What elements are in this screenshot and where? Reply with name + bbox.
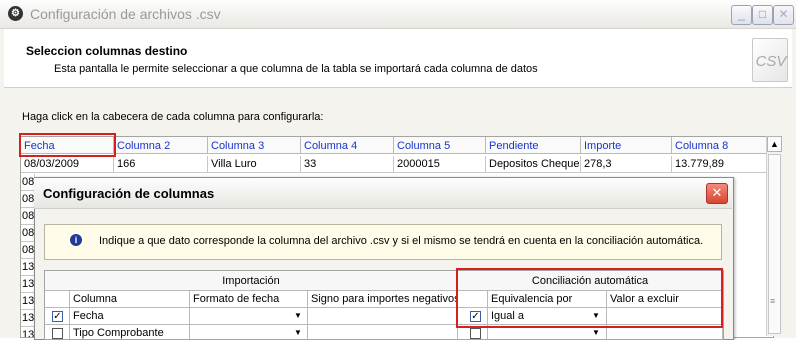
grid-header-row: Fecha Columna 2 Columna 3 Columna 4 Colu… (21, 137, 772, 155)
scroll-thumb[interactable] (768, 154, 781, 334)
row-checkbox-cell: ✓ (45, 308, 70, 325)
table-cell[interactable]: 2000015 (394, 156, 486, 173)
row-include-checkbox[interactable] (52, 328, 63, 339)
window-title: Configuración de archivos .csv (30, 6, 221, 22)
row-include-checkbox[interactable]: ✓ (52, 311, 63, 322)
reconcile-checkbox[interactable] (470, 328, 481, 339)
col-header-column: Columna (70, 291, 190, 308)
grid-header-col-2[interactable]: Columna 2 (114, 137, 208, 154)
partial-row-stub: 13 (21, 310, 35, 327)
partial-row-stub: 08 (21, 225, 35, 242)
partial-row-stub: 08 (21, 208, 35, 225)
grid-header-col-5[interactable]: Columna 5 (394, 137, 486, 154)
highlight-reconcile-section (456, 268, 723, 328)
maximize-button[interactable]: □ (752, 5, 773, 25)
partial-row-stub: 13 (21, 293, 35, 310)
info-icon: i (70, 234, 82, 246)
dialog-title: Configuración de columnas (43, 186, 215, 201)
table-cell[interactable]: 278,3 (581, 156, 672, 173)
table-cell[interactable]: 166 (114, 156, 208, 173)
dropdown-arrow-icon[interactable]: ▼ (290, 309, 306, 323)
table-cell[interactable]: Villa Luro (208, 156, 301, 173)
col-header-sign: Signo para importes negativos (308, 291, 458, 308)
close-button[interactable]: ✕ (773, 5, 794, 25)
header-title: Seleccion columnas destino (26, 44, 188, 58)
grid-scrollbar[interactable]: ▲ ≡ (766, 136, 782, 336)
csv-file-icon: CSV (752, 38, 788, 82)
grid-header-col-6[interactable]: Pendiente (486, 137, 581, 154)
page-header (4, 29, 792, 88)
grid-header-col-8[interactable]: Columna 8 (672, 137, 772, 154)
partial-row-stub: 13 (21, 276, 35, 293)
table-cell[interactable]: Depositos Cheque: (486, 156, 581, 173)
sign-input[interactable] (308, 308, 458, 325)
table-cell[interactable]: 08/03/2009 (21, 156, 114, 173)
table-cell[interactable]: 13.779,89 (672, 156, 772, 173)
partial-row-stub: 08 (21, 174, 35, 191)
grip-icon: ≡ (770, 296, 776, 306)
partial-row-stub: 13 (21, 327, 35, 337)
grid-header-col-4[interactable]: Columna 4 (301, 137, 394, 154)
date-format-select[interactable]: ▼ (190, 308, 308, 325)
dialog-close-button[interactable]: ✕ (706, 183, 728, 204)
csv-file-icon-label: CSV (755, 53, 787, 70)
table-row: 08/03/2009 166 Villa Luro 33 2000015 Dep… (21, 156, 772, 173)
partial-row-stub: 13 (21, 259, 35, 276)
col-header-date-format: Formato de fecha (190, 291, 308, 308)
partial-row-stub: 08 (21, 242, 35, 259)
partial-row-stub: 08 (21, 191, 35, 208)
col-check-header (45, 291, 70, 308)
grid-header-col-3[interactable]: Columna 3 (208, 137, 301, 154)
section-import: Importación (45, 271, 458, 291)
grid-header-col-7[interactable]: Importe (581, 137, 672, 154)
hint-text: Haga click en la cabecera de cada column… (22, 111, 324, 123)
minimize-button[interactable]: _ (731, 5, 752, 25)
header-subtitle: Esta pantalla le permite seleccionar a q… (54, 63, 538, 75)
scroll-up-icon[interactable]: ▲ (767, 136, 782, 152)
app-icon: ⚙ (8, 6, 23, 21)
row-column-name[interactable]: Fecha (70, 308, 190, 325)
table-cell[interactable]: 33 (301, 156, 394, 173)
highlight-fecha-header (19, 133, 116, 157)
info-text: Indique a que dato corresponde la column… (99, 235, 704, 247)
